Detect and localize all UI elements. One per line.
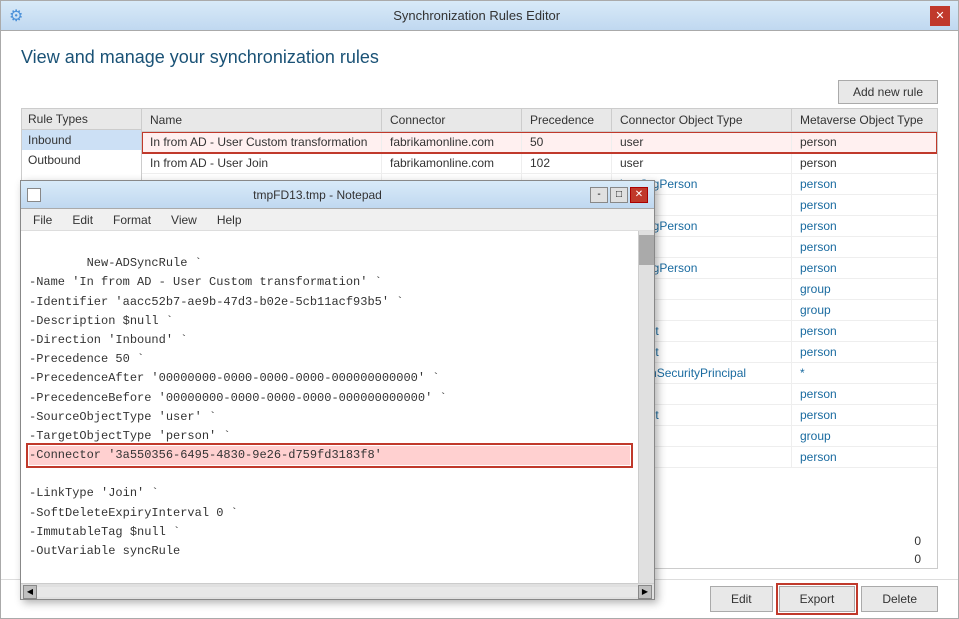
line-6: -Precedence 50 ` bbox=[29, 352, 144, 366]
col-header-name: Name bbox=[142, 109, 382, 131]
notepad-maximize-button[interactable]: □ bbox=[610, 187, 628, 203]
line-5: -Direction 'Inbound' ` bbox=[29, 333, 187, 347]
cell-meta-obj-type: person bbox=[792, 447, 937, 467]
page-title: View and manage your synchronization rul… bbox=[21, 47, 938, 68]
line-10: -TargetObjectType 'person' ` bbox=[29, 429, 231, 443]
notepad-close-button[interactable]: ✕ bbox=[630, 187, 648, 203]
notepad-scrollbar[interactable] bbox=[638, 231, 654, 583]
cell-meta-obj-type: group bbox=[792, 279, 937, 299]
line-1: New-ADSyncRule ` bbox=[87, 256, 202, 270]
header-section: View and manage your synchronization rul… bbox=[1, 31, 958, 76]
cell-meta-obj-type: person bbox=[792, 342, 937, 362]
cell-connector: fabrikamonline.com bbox=[382, 153, 522, 173]
col-header-conn-obj-type: Connector Object Type bbox=[612, 109, 792, 131]
export-button[interactable]: Export bbox=[779, 586, 856, 612]
cell-meta-obj-type: person bbox=[792, 321, 937, 341]
hscroll-right-arrow[interactable]: ▶ bbox=[638, 585, 652, 599]
cell-connector: fabrikamonline.com bbox=[382, 132, 522, 152]
notepad-title: tmpFD13.tmp - Notepad bbox=[45, 188, 590, 202]
notepad-minimize-button[interactable]: - bbox=[590, 187, 608, 203]
title-bar: ⚙ Synchronization Rules Editor ✕ bbox=[1, 1, 958, 31]
notepad-icon bbox=[27, 188, 41, 202]
scroll-thumb[interactable] bbox=[639, 235, 654, 265]
notepad-menu-file[interactable]: File bbox=[25, 211, 60, 229]
cell-meta-obj-type: person bbox=[792, 237, 937, 257]
line-12: -LinkType 'Join' ` bbox=[29, 486, 159, 500]
col-header-precedence: Precedence bbox=[522, 109, 612, 131]
cell-meta-obj-type: group bbox=[792, 300, 937, 320]
cell-meta-obj-type: * bbox=[792, 363, 937, 383]
line-7: -PrecedenceAfter '00000000-0000-0000-000… bbox=[29, 371, 439, 385]
table-row[interactable]: In from AD - User Custom transformation … bbox=[142, 132, 937, 153]
cell-meta-obj-type: person bbox=[792, 153, 937, 173]
cell-meta-obj-type: person bbox=[792, 216, 937, 236]
notepad-menu-edit[interactable]: Edit bbox=[64, 211, 101, 229]
cell-meta-obj-type: person bbox=[792, 195, 937, 215]
notepad-menu-help[interactable]: Help bbox=[209, 211, 250, 229]
cell-precedence: 102 bbox=[522, 153, 612, 173]
cell-meta-obj-type: person bbox=[792, 405, 937, 425]
cell-conn-obj-type: user bbox=[612, 153, 792, 173]
col-header-connector: Connector bbox=[382, 109, 522, 131]
window-icon: ⚙ bbox=[9, 6, 23, 26]
rule-types-header: Rule Types bbox=[22, 109, 141, 130]
cell-meta-obj-type: person bbox=[792, 384, 937, 404]
col-header-meta-obj-type: Metaverse Object Type bbox=[792, 109, 938, 131]
notepad-title-bar: tmpFD13.tmp - Notepad - □ ✕ bbox=[21, 181, 654, 209]
line-4: -Description $null ` bbox=[29, 314, 173, 328]
line-9: -SourceObjectType 'user' ` bbox=[29, 410, 216, 424]
line-2: -Name 'In from AD - User Custom transfor… bbox=[29, 275, 382, 289]
cell-precedence: 50 bbox=[522, 132, 612, 152]
cell-meta-obj-type: person bbox=[792, 174, 937, 194]
notepad-window: tmpFD13.tmp - Notepad - □ ✕ File Edit Fo… bbox=[20, 180, 655, 600]
notepad-menu-view[interactable]: View bbox=[163, 211, 205, 229]
notepad-content: New-ADSyncRule ` -Name 'In from AD - Use… bbox=[21, 231, 654, 583]
close-button[interactable]: ✕ bbox=[930, 6, 950, 26]
sidebar-item-outbound[interactable]: Outbound bbox=[22, 150, 141, 170]
notepad-menu-format[interactable]: Format bbox=[105, 211, 159, 229]
line-13: -SoftDeleteExpiryInterval 0 ` bbox=[29, 506, 238, 520]
add-new-rule-button[interactable]: Add new rule bbox=[838, 80, 938, 104]
cell-conn-obj-type: user bbox=[612, 132, 792, 152]
table-header: Name Connector Precedence Connector Obje… bbox=[142, 109, 937, 132]
cell-name: In from AD - User Custom transformation bbox=[142, 132, 382, 152]
line-8: -PrecedenceBefore '00000000-0000-0000-00… bbox=[29, 391, 447, 405]
edit-button[interactable]: Edit bbox=[710, 586, 773, 612]
hscroll-left-arrow[interactable]: ◀ bbox=[23, 585, 37, 599]
line-11-highlighted: -Connector '3a550356-6495-4830-9e26-d759… bbox=[29, 446, 630, 465]
window-title: Synchronization Rules Editor bbox=[23, 8, 930, 23]
line-14: -ImmutableTag $null ` bbox=[29, 525, 180, 539]
cell-meta-obj-type: group bbox=[792, 426, 937, 446]
hscroll-track[interactable] bbox=[37, 587, 638, 597]
cell-name: In from AD - User Join bbox=[142, 153, 382, 173]
line-15: -OutVariable syncRule bbox=[29, 544, 180, 558]
notepad-menu: File Edit Format View Help bbox=[21, 209, 654, 231]
toolbar-section: Add new rule bbox=[1, 76, 958, 108]
delete-button[interactable]: Delete bbox=[861, 586, 938, 612]
notepad-window-controls: - □ ✕ bbox=[590, 187, 648, 203]
notepad-text-area[interactable]: New-ADSyncRule ` -Name 'In from AD - Use… bbox=[21, 231, 638, 583]
table-row[interactable]: In from AD - User Join fabrikamonline.co… bbox=[142, 153, 937, 174]
notepad-hscrollbar[interactable]: ◀ ▶ bbox=[21, 583, 654, 599]
cell-meta-obj-type: person bbox=[792, 132, 937, 152]
line-3: -Identifier 'aacc52b7-ae9b-47d3-b02e-5cb… bbox=[29, 295, 403, 309]
cell-meta-obj-type: person bbox=[792, 258, 937, 278]
sidebar-item-inbound[interactable]: Inbound bbox=[22, 130, 141, 150]
